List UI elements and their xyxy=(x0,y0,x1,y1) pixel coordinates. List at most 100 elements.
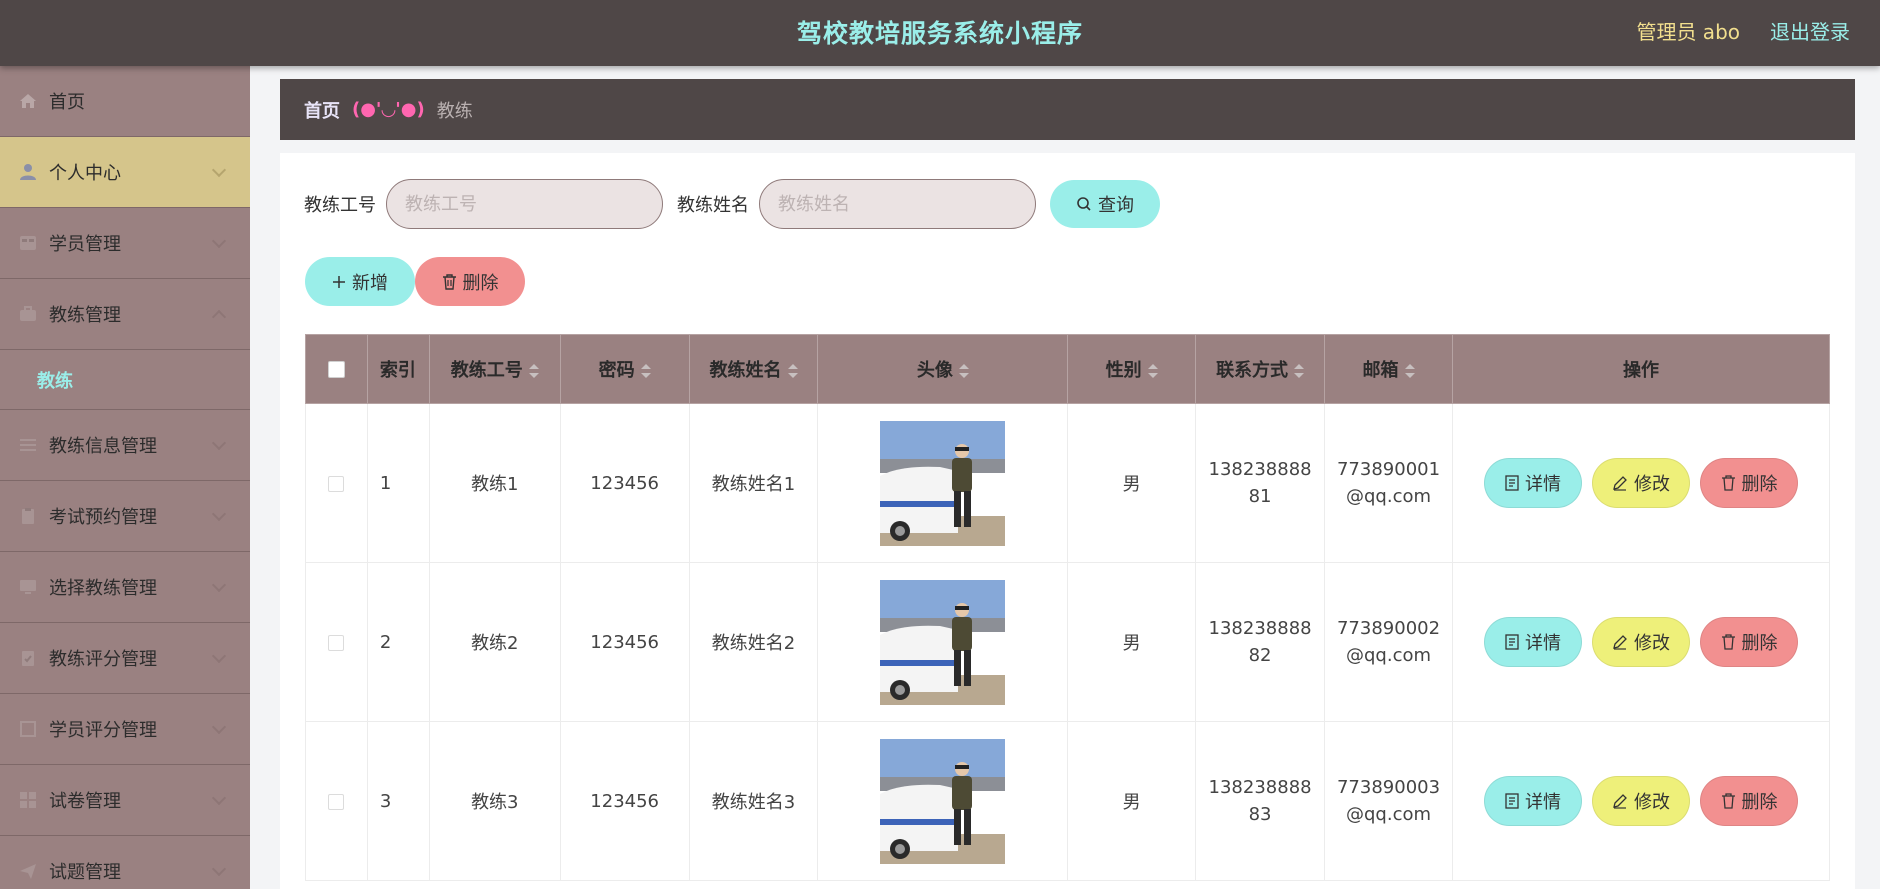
sidebar-subitem-coach[interactable]: 教练 xyxy=(0,350,250,410)
cell-coach-id: 教练3 xyxy=(428,721,561,881)
coach-avatar-image[interactable] xyxy=(880,738,1006,864)
apps-icon xyxy=(18,790,38,810)
sidebar-item-exam-booking-management[interactable]: 考试预约管理 xyxy=(0,481,250,552)
header-index: 索引 xyxy=(366,334,430,404)
cell-email: 773890002 @qq.com xyxy=(1324,562,1453,722)
chevron-down-icon xyxy=(211,790,227,806)
sort-icon[interactable] xyxy=(1147,364,1158,378)
document-icon xyxy=(1505,475,1519,491)
send-icon xyxy=(18,861,38,881)
sidebar-item-question-management[interactable]: 试题管理 xyxy=(0,836,250,889)
coach-avatar-image[interactable] xyxy=(880,579,1006,705)
user-icon xyxy=(18,162,38,182)
chevron-down-icon xyxy=(211,506,227,522)
table-row: 3 教练3 123456 教练姓名3 男 138238888 83 773890… xyxy=(305,721,1830,881)
chevron-down-icon xyxy=(211,162,227,178)
admin-username: 管理员 abo xyxy=(1636,20,1740,44)
header-email[interactable]: 邮箱 xyxy=(1324,334,1453,404)
search-icon xyxy=(1076,196,1092,212)
app-title: 驾校教培服务系统小程序 xyxy=(796,19,1083,48)
cell-index: 3 xyxy=(366,721,430,881)
sidebar-item-label: 试卷管理 xyxy=(49,791,121,812)
sidebar-item-student-management[interactable]: 学员管理 xyxy=(0,208,250,279)
query-button[interactable]: 查询 xyxy=(1050,180,1160,228)
table-row: 2 教练2 123456 教练姓名2 男 138238888 82 773890… xyxy=(305,562,1830,722)
delete-button[interactable]: 删除 xyxy=(1700,617,1798,667)
sidebar-item-coach-rating-management[interactable]: 教练评分管理 xyxy=(0,623,250,694)
batch-delete-button[interactable]: 删除 xyxy=(415,257,525,306)
logout-link[interactable]: 退出登录 xyxy=(1770,16,1850,45)
sidebar-item-home[interactable]: 首页 xyxy=(0,66,250,137)
coach-name-input[interactable] xyxy=(759,179,1036,229)
table-row: 1 教练1 123456 教练姓名1 男 138238888 81 773890… xyxy=(305,403,1830,563)
coach-avatar-image[interactable] xyxy=(880,420,1006,546)
delete-button[interactable]: 删除 xyxy=(1700,458,1798,508)
row-checkbox[interactable] xyxy=(328,634,345,651)
sort-icon[interactable] xyxy=(640,364,651,378)
coach-id-label: 教练工号 xyxy=(304,195,376,216)
pencil-icon xyxy=(1612,793,1628,809)
pencil-icon xyxy=(1612,634,1628,650)
sort-icon[interactable] xyxy=(958,364,969,378)
header-avatar[interactable]: 头像 xyxy=(817,334,1069,404)
delete-button[interactable]: 删除 xyxy=(1700,776,1798,826)
cell-gender: 男 xyxy=(1067,403,1197,563)
header-password[interactable]: 密码 xyxy=(559,334,690,404)
toolbar: 新增 删除 xyxy=(305,257,525,306)
sidebar-item-personal-center[interactable]: 个人中心 xyxy=(0,137,250,208)
select-all-checkbox[interactable] xyxy=(327,361,345,378)
edit-button[interactable]: 修改 xyxy=(1592,617,1690,667)
breadcrumb-current: 教练 xyxy=(436,100,473,122)
clipboard-icon xyxy=(18,506,38,526)
coach-id-input[interactable] xyxy=(386,179,663,229)
plus-icon xyxy=(332,275,346,289)
breadcrumb-home[interactable]: 首页 xyxy=(304,97,340,123)
content-panel: 教练工号 教练姓名 查询 新增 删除 xyxy=(280,153,1855,889)
detail-button[interactable]: 详情 xyxy=(1484,617,1582,667)
row-checkbox[interactable] xyxy=(328,475,345,492)
sidebar-item-student-rating-management[interactable]: 学员评分管理 xyxy=(0,694,250,765)
sidebar-item-exam-paper-management[interactable]: 试卷管理 xyxy=(0,765,250,836)
breadcrumb-separator: (●'◡'●) xyxy=(352,99,425,120)
pencil-icon xyxy=(1612,475,1628,491)
detail-button[interactable]: 详情 xyxy=(1484,776,1582,826)
cell-index: 2 xyxy=(366,562,430,722)
detail-button[interactable]: 详情 xyxy=(1484,458,1582,508)
cell-coach-id: 教练2 xyxy=(428,562,561,722)
sort-icon[interactable] xyxy=(1294,364,1305,378)
sidebar-item-coach-management[interactable]: 教练管理 xyxy=(0,279,250,350)
cell-email: 773890001 @qq.com xyxy=(1324,403,1453,563)
document-icon xyxy=(1505,634,1519,650)
header-phone[interactable]: 联系方式 xyxy=(1195,334,1326,404)
sidebar: 首页 个人中心 学员管理 教练管理 教练 教练信息管理 考试预约管理 选择教练管… xyxy=(0,66,250,889)
sidebar-item-label: 考试预约管理 xyxy=(49,507,157,528)
coach-name-label: 教练姓名 xyxy=(677,195,749,216)
document-icon xyxy=(1505,793,1519,809)
header-gender[interactable]: 性别 xyxy=(1067,334,1197,404)
home-icon xyxy=(18,91,38,111)
chevron-down-icon xyxy=(211,719,227,735)
header-coach-name[interactable]: 教练姓名 xyxy=(688,334,819,404)
sort-icon[interactable] xyxy=(1404,364,1415,378)
sidebar-item-label: 教练管理 xyxy=(49,305,121,326)
sidebar-item-choose-coach-management[interactable]: 选择教练管理 xyxy=(0,552,250,623)
sort-icon[interactable] xyxy=(787,364,798,378)
add-button[interactable]: 新增 xyxy=(305,257,415,306)
chevron-down-icon xyxy=(211,435,227,451)
cell-avatar xyxy=(817,403,1069,563)
chevron-down-icon xyxy=(211,577,227,593)
list-icon xyxy=(18,435,38,455)
briefcase-icon xyxy=(18,304,38,324)
cell-actions: 详情 修改 删除 xyxy=(1452,721,1830,881)
edit-button[interactable]: 修改 xyxy=(1592,776,1690,826)
grid-icon xyxy=(18,233,38,253)
edit-button[interactable]: 修改 xyxy=(1592,458,1690,508)
sort-icon[interactable] xyxy=(528,364,539,378)
cell-password: 123456 xyxy=(559,562,690,722)
header-coach-id[interactable]: 教练工号 xyxy=(428,334,561,404)
sidebar-item-label: 教练评分管理 xyxy=(49,649,157,670)
search-form: 教练工号 教练姓名 查询 xyxy=(304,179,1160,229)
row-checkbox[interactable] xyxy=(328,793,345,810)
sidebar-item-label: 教练 xyxy=(37,370,73,392)
sidebar-item-coach-info-management[interactable]: 教练信息管理 xyxy=(0,410,250,481)
